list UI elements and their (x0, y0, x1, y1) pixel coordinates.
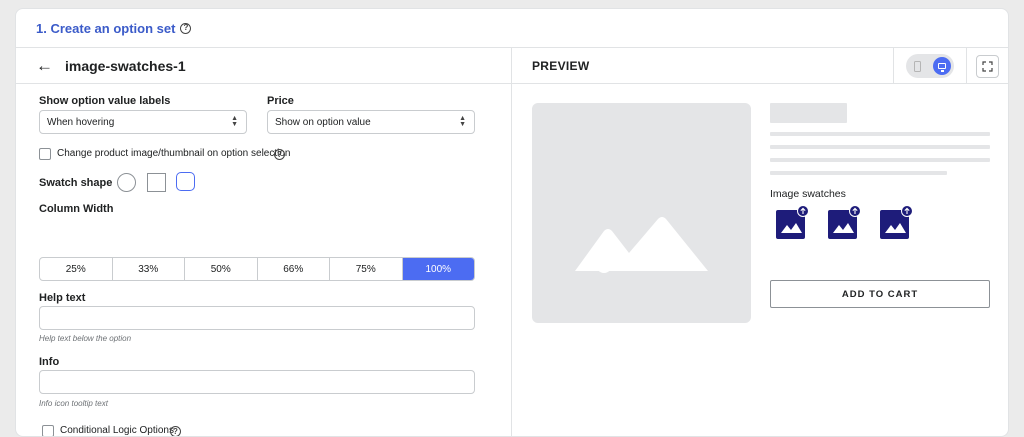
help-text-input[interactable] (39, 306, 475, 330)
text-skeleton (770, 158, 990, 162)
device-toggle[interactable] (906, 54, 954, 78)
swatches-label: Image swatches (770, 188, 846, 200)
option-set-name: image-swatches-1 (65, 57, 186, 74)
image-swatch-icon (828, 205, 861, 239)
card-header: 1. Create an option set ? (16, 9, 1008, 48)
help-text-label: Help text (39, 292, 86, 304)
column-width-50[interactable]: 50% (185, 258, 258, 280)
column-width-100[interactable]: 100% (402, 258, 474, 280)
expand-icon[interactable] (976, 54, 999, 78)
conditional-logic-checkbox[interactable] (42, 425, 54, 436)
swatch-shape-rounded[interactable] (176, 172, 195, 191)
show-labels-select[interactable]: When hovering ▲ ▼ (39, 110, 247, 134)
change-image-label: Change product image/thumbnail on option… (57, 148, 291, 159)
conditional-logic-label: Conditional Logic Options (60, 425, 174, 436)
image-swatch[interactable] (827, 205, 861, 239)
title-skeleton (770, 103, 847, 123)
desktop-icon (938, 63, 946, 72)
text-skeleton (770, 171, 947, 175)
tablet-icon[interactable] (914, 60, 921, 72)
settings-panel: ← image-swatches-1 Show option value lab… (16, 48, 512, 436)
select-caret-icon: ▲ ▼ (459, 115, 466, 128)
select-caret-icon: ▲ ▼ (231, 115, 238, 128)
column-width-label: Column Width (39, 203, 114, 215)
text-skeleton (770, 132, 990, 136)
help-circle-icon[interactable]: ? (180, 22, 192, 34)
swatch-shape-label: Swatch shape (39, 177, 113, 189)
image-swatch[interactable] (775, 205, 809, 239)
preview-label: PREVIEW (532, 58, 590, 73)
desktop-toggle-button[interactable] (933, 57, 951, 75)
info-input[interactable] (39, 370, 475, 394)
show-labels-label: Show option value labels (39, 95, 171, 107)
price-value: Show on option value (275, 116, 371, 128)
column-width-66[interactable]: 66% (258, 258, 330, 280)
help-text-hint: Help text below the option (39, 334, 132, 343)
info-hint: Info icon tooltip text (39, 399, 108, 408)
device-toggle-area (893, 48, 966, 84)
image-swatch-icon (776, 205, 809, 239)
change-image-checkbox[interactable] (39, 148, 51, 160)
swatch-shape-square[interactable] (147, 173, 166, 192)
swatch-shape-circle[interactable] (117, 173, 136, 192)
price-select[interactable]: Show on option value ▲ ▼ (267, 110, 475, 134)
preview-panel: PREVIEW Image swatches ADD TO CART (512, 48, 1008, 436)
fullscreen-area (966, 48, 1008, 84)
image-swatch-icon (880, 205, 913, 239)
text-skeleton (770, 145, 990, 149)
info-label: Info (39, 356, 60, 368)
price-label: Price (267, 95, 294, 107)
image-placeholder-icon (575, 217, 708, 273)
column-width-group: 25% 33% 50% 66% 75% 100% (39, 257, 475, 281)
help-circle-icon[interactable]: ? (274, 149, 285, 160)
add-to-cart-button[interactable]: ADD TO CART (770, 280, 990, 308)
column-width-25[interactable]: 25% (40, 258, 113, 280)
help-circle-icon[interactable]: ? (170, 426, 181, 436)
image-swatch[interactable] (879, 205, 913, 239)
show-labels-value: When hovering (47, 116, 115, 128)
product-image-placeholder (532, 103, 751, 323)
step-title: 1. Create an option set (36, 20, 176, 36)
settings-header: ← image-swatches-1 (16, 48, 511, 84)
option-set-card: 1. Create an option set ? ← image-swatch… (15, 8, 1009, 437)
arrow-left-icon[interactable]: ← (36, 57, 53, 74)
column-width-75[interactable]: 75% (330, 258, 403, 280)
column-width-33[interactable]: 33% (113, 258, 185, 280)
